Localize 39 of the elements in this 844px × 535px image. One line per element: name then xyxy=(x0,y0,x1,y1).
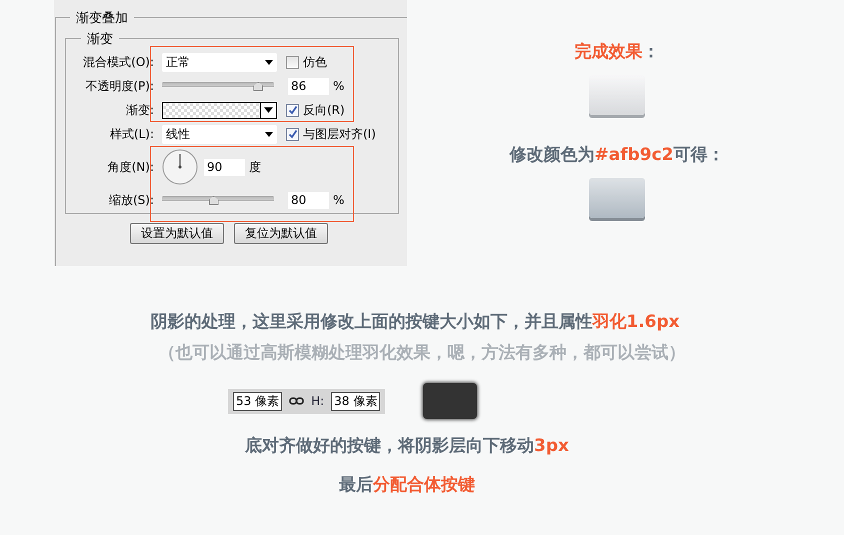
gradient-picker[interactable] xyxy=(162,102,277,118)
unit-label: % xyxy=(333,193,344,207)
number-field[interactable]: 86 xyxy=(288,78,329,94)
checkbox[interactable] xyxy=(286,56,299,68)
dialog-button[interactable]: 设置为默认值 xyxy=(130,223,224,244)
dialog-button[interactable]: 复位为默认值 xyxy=(234,223,328,244)
slider[interactable] xyxy=(162,81,274,91)
group-title: 渐变 xyxy=(81,30,119,48)
dropdown[interactable]: 线性 xyxy=(162,124,277,144)
result-heading: 完成效果： xyxy=(574,41,660,63)
height-field[interactable]: 38 像素 xyxy=(331,392,380,410)
height-label: H: xyxy=(311,394,324,408)
final-instruction: 最后分配合体按键 xyxy=(338,474,476,496)
number-field[interactable]: 90 xyxy=(204,158,245,176)
caret-icon xyxy=(265,132,273,136)
shadow-instruction: 阴影的处理，这里采用修改上面的按键大小如下，并且属性羽化1.6px xyxy=(149,311,681,333)
slider[interactable] xyxy=(162,195,274,205)
caret-icon xyxy=(265,60,273,64)
width-field[interactable]: 53 像素 xyxy=(233,392,282,410)
caret-icon xyxy=(264,107,273,113)
shadow-note: （也可以通过高斯模糊处理羽化效果，嗯，方法有多种，都可以尝试） xyxy=(158,342,686,364)
button-preview xyxy=(589,75,645,115)
field-label: 样式(L): xyxy=(108,126,155,142)
button-preview xyxy=(589,178,645,218)
unit-label: 度 xyxy=(249,158,261,176)
group-title: 渐变叠加 xyxy=(70,9,134,27)
checkbox-label[interactable]: 仿色 xyxy=(303,54,327,70)
checkbox[interactable] xyxy=(286,128,299,140)
align-instruction: 底对齐做好的按键，将阴影层向下移动3px xyxy=(244,435,570,457)
result-caption: 修改颜色为#afb9c2可得： xyxy=(509,144,724,166)
number-field[interactable]: 80 xyxy=(288,192,329,208)
shadow-preview xyxy=(423,383,478,419)
checkbox-label[interactable]: 与图层对齐(I) xyxy=(303,126,376,142)
checkbox[interactable] xyxy=(286,104,299,116)
link-icon[interactable] xyxy=(289,397,304,405)
angle-dial[interactable] xyxy=(162,149,198,185)
dropdown[interactable]: 正常 xyxy=(162,52,277,72)
unit-label: % xyxy=(333,79,344,93)
checkbox-label[interactable]: 反向(R) xyxy=(303,102,345,118)
